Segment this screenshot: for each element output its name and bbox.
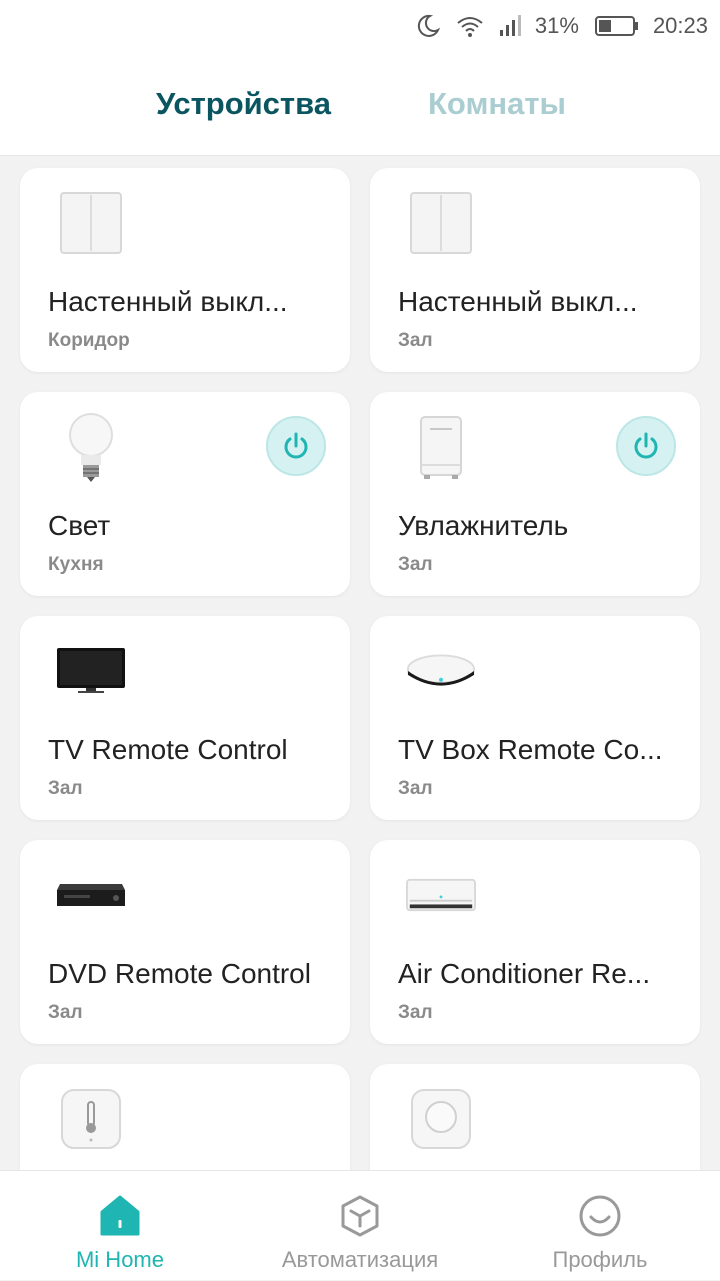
power-button[interactable] bbox=[616, 416, 676, 476]
power-icon bbox=[284, 432, 308, 459]
device-room: Зал bbox=[398, 1002, 433, 1023]
nav-label: Профиль bbox=[552, 1247, 648, 1272]
device-name: Air Conditioner Re... bbox=[398, 958, 651, 989]
automation-cube-icon bbox=[337, 1193, 383, 1239]
status-bar: 31% 20:23 bbox=[0, 0, 720, 52]
device-name: Настенный выкл... bbox=[398, 286, 638, 317]
wall-switch-icon bbox=[56, 188, 126, 258]
nav-mi-home[interactable]: Mi Home bbox=[40, 1171, 200, 1281]
device-room: Зал bbox=[398, 778, 433, 799]
device-name: TV Box Remote Co... bbox=[398, 734, 663, 765]
device-room: Зал bbox=[48, 1002, 83, 1023]
device-room: Коридор bbox=[48, 330, 130, 351]
home-icon bbox=[97, 1193, 143, 1239]
device-card[interactable]: TV Box Remote Co... Зал bbox=[370, 616, 700, 820]
device-card[interactable]: Air Conditioner Re... Зал bbox=[370, 840, 700, 1044]
device-card[interactable]: Настенный выкл... Зал bbox=[370, 168, 700, 372]
header: Устройства Комнаты bbox=[0, 52, 720, 156]
device-name: Свет bbox=[48, 510, 111, 541]
ir-hub-icon bbox=[406, 636, 476, 706]
device-card[interactable] bbox=[20, 1064, 350, 1170]
wireless-button-icon bbox=[406, 1084, 476, 1154]
device-name: Увлажнитель bbox=[398, 510, 569, 541]
battery-percent: 31% bbox=[534, 13, 579, 38]
dvd-player-icon bbox=[56, 860, 126, 930]
humidifier-icon bbox=[406, 412, 476, 482]
air-conditioner-icon bbox=[406, 860, 476, 930]
device-card[interactable]: DVD Remote Control Зал bbox=[20, 840, 350, 1044]
device-card[interactable]: Увлажнитель Зал bbox=[370, 392, 700, 596]
moon-icon bbox=[415, 13, 441, 39]
device-name: DVD Remote Control bbox=[48, 958, 311, 989]
device-card[interactable]: Настенный выкл... Коридор bbox=[20, 168, 350, 372]
nav-label: Автоматизация bbox=[281, 1247, 439, 1272]
signal-icon bbox=[499, 14, 521, 38]
device-name: Настенный выкл... bbox=[48, 286, 288, 317]
clock: 20:23 bbox=[652, 13, 708, 38]
device-card[interactable] bbox=[370, 1064, 700, 1170]
bottom-navigation: Mi Home Автоматизация Профиль bbox=[0, 1170, 720, 1280]
device-room: Кухня bbox=[48, 554, 104, 575]
nav-label: Mi Home bbox=[75, 1247, 164, 1272]
power-icon bbox=[634, 432, 658, 459]
wall-switch-icon bbox=[406, 188, 476, 258]
profile-smile-icon bbox=[577, 1193, 623, 1239]
light-bulb-icon bbox=[56, 412, 126, 482]
tv-icon bbox=[56, 636, 126, 706]
tab-devices[interactable]: Устройства bbox=[156, 86, 331, 122]
temperature-sensor-icon bbox=[56, 1084, 126, 1154]
device-card[interactable]: Свет Кухня bbox=[20, 392, 350, 596]
nav-automation[interactable]: Автоматизация bbox=[260, 1171, 460, 1281]
device-name: TV Remote Control bbox=[48, 734, 288, 765]
device-room: Зал bbox=[398, 554, 433, 575]
power-button[interactable] bbox=[266, 416, 326, 476]
nav-profile[interactable]: Профиль bbox=[520, 1171, 680, 1281]
device-room: Зал bbox=[398, 330, 433, 351]
device-card[interactable]: TV Remote Control Зал bbox=[20, 616, 350, 820]
device-grid: Настенный выкл... Коридор Настенный выкл… bbox=[0, 156, 720, 1170]
tab-rooms[interactable]: Комнаты bbox=[428, 86, 566, 122]
battery-icon bbox=[593, 14, 639, 38]
wifi-icon bbox=[455, 13, 485, 39]
device-room: Зал bbox=[48, 778, 83, 799]
